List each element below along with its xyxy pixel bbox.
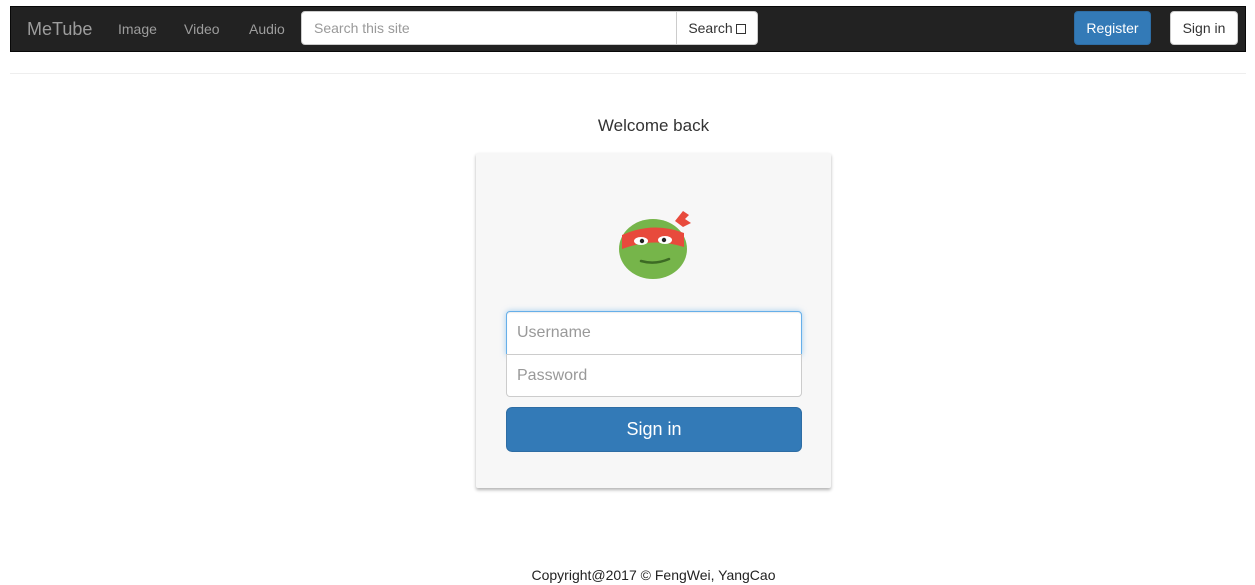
search-input[interactable] <box>301 11 677 45</box>
sign-in-button[interactable]: Sign in <box>506 407 802 452</box>
login-card: Sign in <box>476 153 831 488</box>
footer-copyright: Copyright@2017 © FengWei, YangCao <box>531 567 776 583</box>
search-button[interactable]: Search <box>676 11 758 45</box>
username-field[interactable] <box>506 311 802 355</box>
nav-link-video[interactable]: Video <box>184 21 220 37</box>
top-navbar: MeTube Image Video Audio Search Register… <box>10 6 1246 52</box>
nav-link-image[interactable]: Image <box>118 21 157 37</box>
square-icon <box>735 23 746 34</box>
register-button[interactable]: Register <box>1074 11 1151 45</box>
welcome-heading: Welcome back <box>597 116 710 135</box>
password-field[interactable] <box>506 354 802 397</box>
header-divider <box>10 73 1246 74</box>
nav-link-audio[interactable]: Audio <box>249 21 285 37</box>
brand-logo[interactable]: MeTube <box>27 19 92 40</box>
turtle-mascot-icon <box>619 211 691 279</box>
search-button-label: Search <box>688 20 733 36</box>
nav-sign-in-button[interactable]: Sign in <box>1170 11 1238 45</box>
